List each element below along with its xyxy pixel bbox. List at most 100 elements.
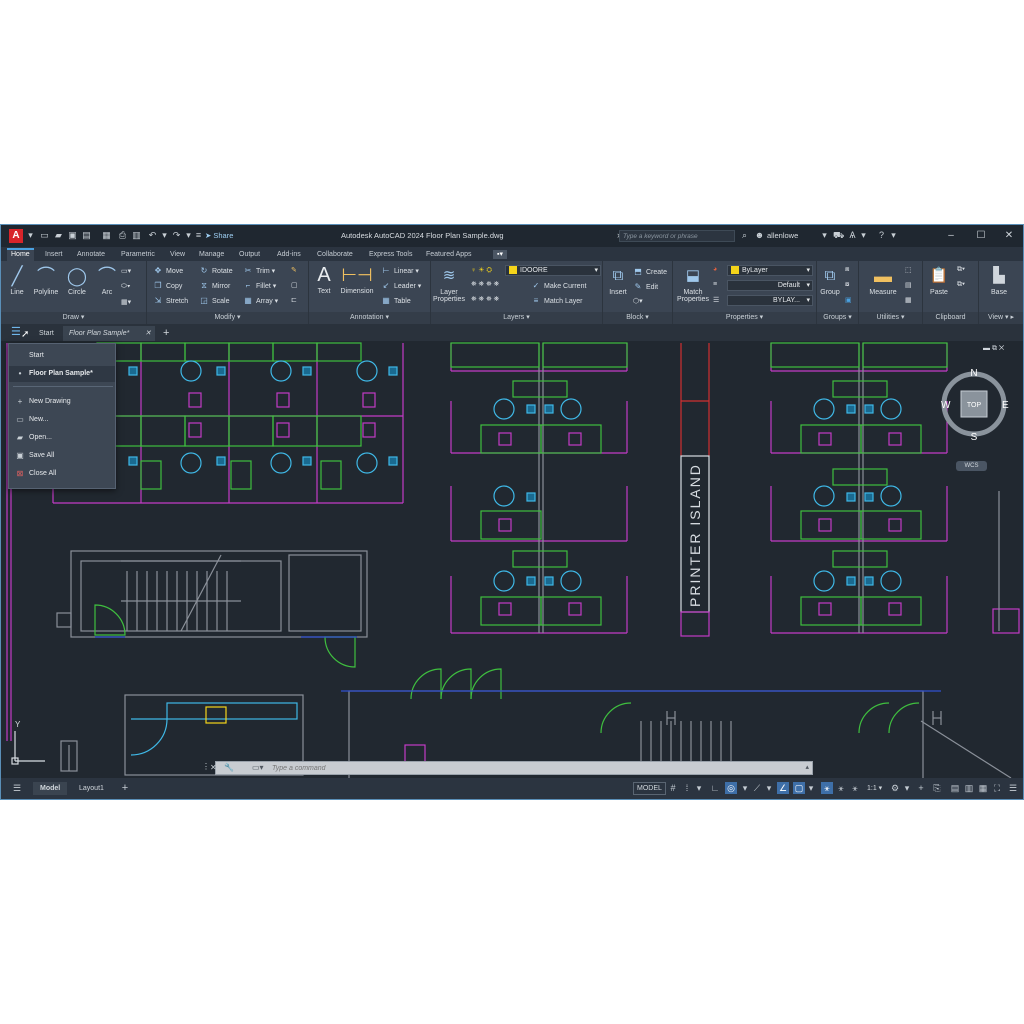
rotate-tool[interactable]: ↻ Rotate: [199, 266, 233, 275]
tab-manage[interactable]: Manage: [195, 248, 228, 261]
viewport-window-controls[interactable]: ▬ ⧉ ✕: [983, 345, 1004, 353]
menu-item-open[interactable]: ▰ Open...: [9, 430, 115, 446]
create-block-tool[interactable]: ⬒ Create: [633, 267, 667, 276]
isodraft-icon[interactable]: ⟋: [751, 782, 763, 794]
layer-tools-row-1[interactable]: ⛯ ⛯ ⛯ ⛯: [471, 281, 499, 289]
gradient-icon[interactable]: ▦▾: [121, 298, 131, 306]
web-mobile-icon[interactable]: ▦: [101, 230, 112, 241]
layer-state-icons[interactable]: ♀ ☀ ⛭: [471, 266, 492, 275]
account-dropdown-icon[interactable]: ▾: [858, 230, 869, 241]
object-snap-dropdown-icon[interactable]: ▾: [805, 782, 817, 794]
compass-north[interactable]: N: [970, 368, 977, 379]
annotation-scale-icon[interactable]: ⚹: [849, 782, 861, 794]
plot-icon[interactable]: ⎙: [117, 230, 128, 241]
viewcube[interactable]: TOP N S W E: [937, 367, 1011, 443]
user-name[interactable]: allenlowe: [767, 231, 798, 240]
model-tab[interactable]: Model: [33, 782, 68, 795]
quick-select-icon[interactable]: ⬚: [905, 266, 912, 274]
new-file-icon[interactable]: ▭: [39, 230, 50, 241]
menu-item-floor-plan-sample[interactable]: • Floor Plan Sample*: [9, 366, 115, 382]
rectangle-icon[interactable]: ▭▾: [121, 267, 131, 275]
workspace-gear-icon[interactable]: ⚙: [889, 782, 901, 794]
layout1-tab[interactable]: Layout1: [75, 782, 108, 795]
modify-panel-label[interactable]: Modify ▾: [147, 312, 308, 324]
clean-screen-icon[interactable]: ⛶: [991, 782, 1003, 794]
help-search-input[interactable]: Type a keyword or phrase: [619, 230, 735, 242]
minimize-icon[interactable]: –: [941, 228, 961, 244]
open-file-icon[interactable]: ▰: [53, 230, 64, 241]
add-layout-plus-icon[interactable]: +: [119, 782, 131, 794]
ribbon-toggle-icon[interactable]: ▪▾: [493, 250, 507, 259]
polar-dropdown-icon[interactable]: ▾: [739, 782, 751, 794]
utilities-panel-label[interactable]: Utilities ▾: [859, 312, 922, 324]
scale-tool[interactable]: ◲ Scale: [199, 296, 229, 305]
annotation-visibility-icon[interactable]: ⚹: [821, 782, 833, 794]
menu-item-new[interactable]: ▭ New...: [9, 412, 115, 428]
close-tab-icon[interactable]: ✕: [145, 326, 151, 341]
compass-east[interactable]: E: [1002, 400, 1009, 411]
app-menu-arrow-icon[interactable]: ▾: [25, 230, 36, 241]
stretch-tool[interactable]: ⇲ Stretch: [153, 296, 189, 305]
match-layer-tool[interactable]: ≡ Match Layer: [531, 296, 583, 305]
compass-south[interactable]: S: [971, 432, 978, 443]
linetype-dropdown[interactable]: Default ▾: [727, 280, 813, 291]
arc-tool[interactable]: ⌒ Arc: [95, 265, 119, 296]
insert-tool[interactable]: ⧉ Insert: [605, 265, 631, 296]
trim-tool[interactable]: ✂ Trim ▾: [243, 266, 276, 275]
annotation-panel-label[interactable]: Annotation ▾: [309, 312, 430, 324]
snap-dropdown-icon[interactable]: ▾: [693, 782, 705, 794]
properties-panel-label[interactable]: Properties ▾: [673, 312, 816, 324]
help-dropdown-icon[interactable]: ▾: [888, 230, 899, 241]
maximize-icon[interactable]: ☐: [971, 228, 991, 244]
autodesk-app-store-icon[interactable]: ⛟: [833, 230, 844, 241]
auto-scale-icon[interactable]: ⚹: [835, 782, 847, 794]
measure-tool[interactable]: ▬ Measure: [863, 265, 903, 296]
tab-home[interactable]: Home: [7, 248, 34, 261]
layout-list-icon[interactable]: ☰: [11, 782, 23, 794]
isolate-objects-icon[interactable]: ▦: [977, 782, 989, 794]
polyline-tool[interactable]: ⌒ Polyline: [31, 265, 61, 296]
tab-collaborate[interactable]: Collaborate: [313, 248, 357, 261]
circle-tool[interactable]: ◯ Circle: [63, 265, 91, 296]
snap-icon[interactable]: ⁞: [681, 782, 693, 794]
model-space-button[interactable]: MODEL: [633, 782, 666, 795]
fillet-tool[interactable]: ⌐ Fillet ▾: [243, 281, 277, 290]
undo-icon[interactable]: ↶: [147, 230, 158, 241]
match-properties-tool[interactable]: ⬓ Match Properties: [675, 265, 711, 303]
workspace-dropdown-icon[interactable]: ▾: [901, 782, 913, 794]
annotation-monitor-icon[interactable]: +: [915, 782, 927, 794]
make-current-tool[interactable]: ✓ Make Current: [531, 281, 587, 290]
calculator-icon[interactable]: ▤: [905, 281, 912, 289]
leader-tool[interactable]: ↙ Leader ▾: [381, 281, 422, 290]
layer-properties-tool[interactable]: ≋ Layer Properties: [431, 265, 467, 303]
autodesk-account-icon[interactable]: Ѧ: [847, 230, 858, 241]
isodraft-dropdown-icon[interactable]: ▾: [763, 782, 775, 794]
layer-tools-row-2[interactable]: ⛯ ⛯ ⛯ ⛯: [471, 296, 499, 304]
menu-item-new-drawing[interactable]: + New Drawing: [9, 394, 115, 410]
object-snap-tracking-icon[interactable]: ∠: [777, 782, 789, 794]
tab-insert[interactable]: Insert: [41, 248, 67, 261]
explode-icon[interactable]: ▢: [291, 281, 298, 289]
redo-icon[interactable]: ↷: [171, 230, 182, 241]
mirror-tool[interactable]: ⧖ Mirror: [199, 281, 230, 291]
block-panel-label[interactable]: Block ▾: [603, 312, 672, 324]
command-grip-icon[interactable]: ⋮: [202, 762, 210, 771]
autocad-logo-button[interactable]: A: [9, 229, 23, 243]
share-button[interactable]: ➤ Share: [205, 231, 233, 240]
base-tool[interactable]: ▙ Base: [983, 265, 1015, 296]
layers-panel-label[interactable]: Layers ▾: [431, 312, 602, 324]
move-tool[interactable]: ✥ Move: [153, 266, 183, 275]
block-attributes-icon[interactable]: ⬡▾: [633, 297, 643, 305]
text-tool[interactable]: A Text: [313, 264, 335, 295]
customize-quick-access-icon[interactable]: ≡: [193, 230, 204, 241]
view-panel-label[interactable]: View ▾ ▸: [979, 312, 1023, 324]
groups-panel-label[interactable]: Groups ▾: [817, 312, 858, 324]
menu-item-start[interactable]: Start: [9, 348, 115, 364]
array-tool[interactable]: ▦ Array ▾: [243, 296, 278, 305]
new-tab-plus-icon[interactable]: +: [157, 326, 175, 341]
layer-dropdown[interactable]: IDOORE ▾: [505, 265, 601, 276]
tab-output[interactable]: Output: [235, 248, 264, 261]
tab-annotate[interactable]: Annotate: [73, 248, 109, 261]
id-point-icon[interactable]: ▦: [905, 296, 912, 304]
customize-status-icon[interactable]: ☰: [1007, 782, 1019, 794]
